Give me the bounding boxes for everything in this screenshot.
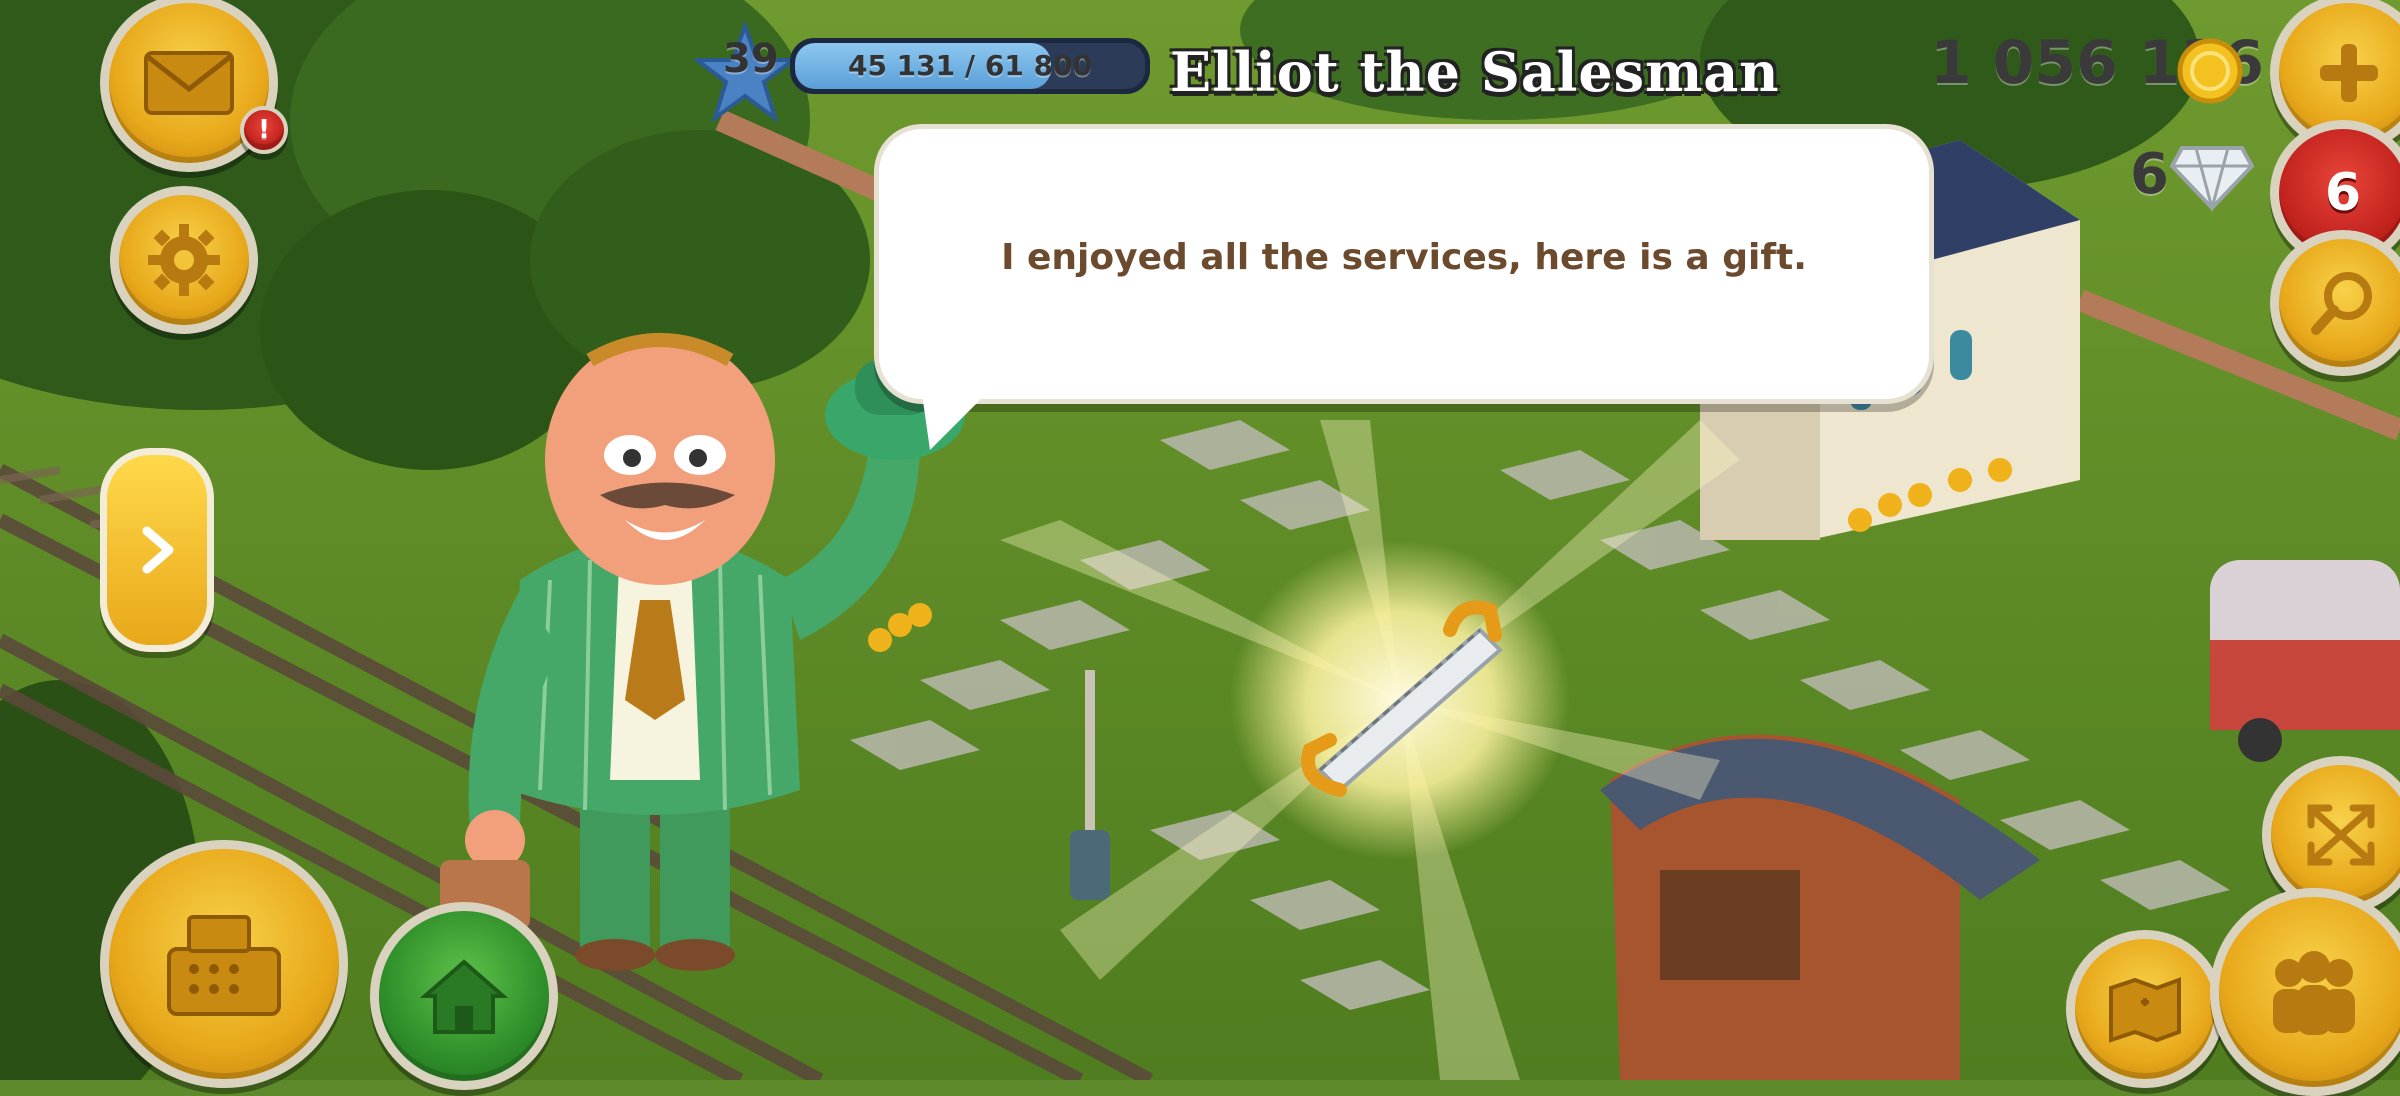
side-panel-expand-button[interactable] bbox=[100, 448, 214, 652]
dialog-message: I enjoyed all the services, here is a gi… bbox=[1001, 237, 1807, 278]
friends-icon bbox=[2273, 951, 2355, 1035]
xp-bar: 45 131 / 61 800 bbox=[790, 38, 1150, 94]
magnifier-icon bbox=[2311, 272, 2372, 335]
diamond-icon bbox=[2170, 146, 2254, 212]
level-number: 39 bbox=[723, 36, 779, 82]
diamonds-amount: 6 bbox=[2130, 142, 2169, 207]
map-button[interactable] bbox=[2066, 930, 2224, 1088]
map-icon bbox=[2109, 977, 2181, 1043]
settings-button[interactable] bbox=[110, 186, 258, 334]
speech-bubble-tail bbox=[920, 380, 1000, 450]
expand-arrows-icon bbox=[2307, 804, 2375, 866]
coin-icon bbox=[2177, 38, 2243, 104]
gear-icon bbox=[148, 224, 220, 296]
salesman-character bbox=[440, 333, 965, 971]
xp-text: 45 131 / 61 800 bbox=[847, 49, 1093, 82]
speaker-name: Elliot the Salesman bbox=[1170, 40, 1780, 104]
shop-button[interactable] bbox=[100, 840, 348, 1088]
envelope-icon bbox=[144, 51, 234, 115]
level-badge: 39 bbox=[695, 22, 795, 122]
mail-alert-badge: ! bbox=[240, 106, 288, 154]
home-button[interactable] bbox=[370, 902, 558, 1090]
diamond-badge-count: 6 bbox=[2324, 163, 2362, 223]
house-icon bbox=[419, 959, 509, 1034]
saw-gift-icon[interactable] bbox=[1280, 590, 1520, 810]
cash-register-icon bbox=[167, 915, 281, 1016]
speech-bubble: I enjoyed all the services, here is a gi… bbox=[874, 124, 1934, 404]
plus-icon bbox=[2320, 44, 2378, 102]
mail-alert-text: ! bbox=[258, 115, 270, 145]
arrow-right-icon bbox=[142, 526, 174, 574]
